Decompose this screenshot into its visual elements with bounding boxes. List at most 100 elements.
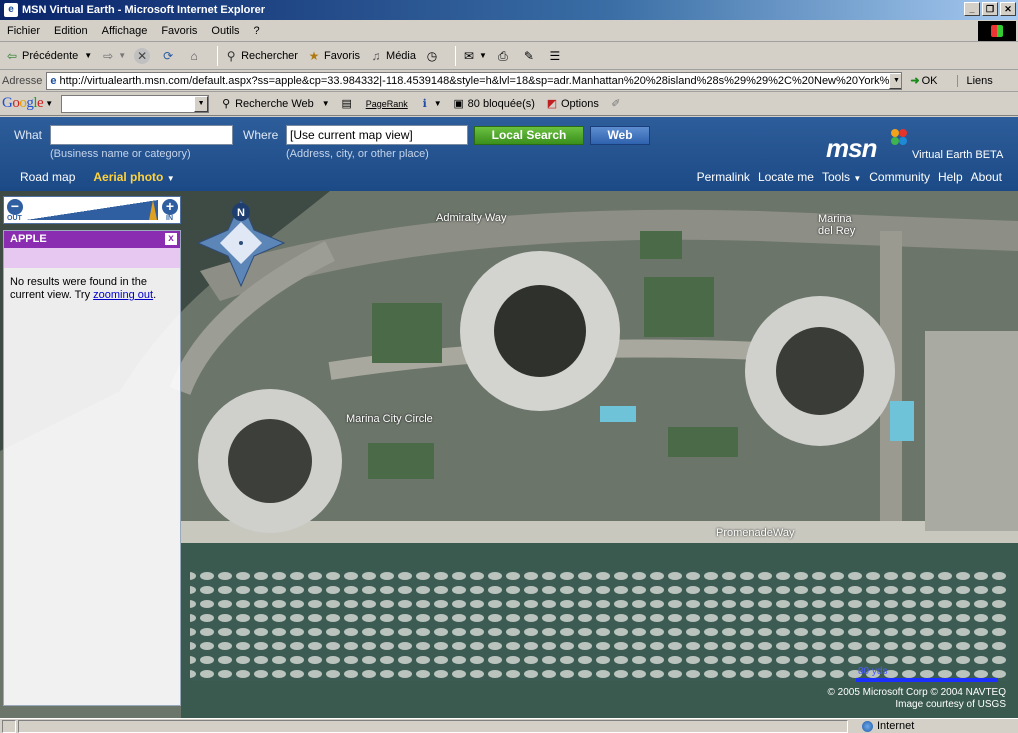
map-label-marina-del-rey: Marina del Rey bbox=[818, 213, 856, 237]
forward-button[interactable]: ⇨ ▼ bbox=[100, 48, 126, 64]
favorites-button[interactable]: ★ Favoris bbox=[306, 48, 360, 64]
close-results-button[interactable]: x bbox=[165, 233, 177, 245]
aerial-photo-link[interactable]: Aerial photo ▼ bbox=[93, 170, 174, 184]
highlight-button[interactable]: ✐ bbox=[609, 97, 625, 111]
map-style-nav: Road map Aerial photo ▼ bbox=[20, 170, 175, 184]
internet-globe-icon bbox=[862, 720, 873, 732]
status-text bbox=[18, 719, 848, 733]
toolbar-separator bbox=[455, 45, 456, 66]
road-map-link[interactable]: Road map bbox=[20, 170, 75, 184]
refresh-button[interactable]: ⟳ bbox=[160, 48, 178, 64]
tools-label: Tools bbox=[821, 170, 850, 184]
community-link[interactable]: Community bbox=[869, 170, 930, 184]
compass-north-label: N bbox=[237, 207, 245, 219]
mail-button[interactable]: ✉ ▼ bbox=[461, 48, 487, 64]
mail-icon: ✉ bbox=[463, 48, 475, 63]
pagerank-indicator[interactable]: PageRank bbox=[366, 99, 408, 109]
back-dropdown-icon[interactable]: ▼ bbox=[84, 51, 92, 60]
scale-bar bbox=[856, 678, 998, 682]
links-button[interactable]: Liens bbox=[957, 74, 993, 87]
search-web-dropdown-icon[interactable]: ▼ bbox=[322, 99, 330, 108]
tools-menu[interactable]: Tools ▼ bbox=[822, 170, 861, 184]
about-link[interactable]: About bbox=[971, 170, 1002, 184]
web-search-button[interactable]: Web bbox=[590, 126, 650, 145]
back-label: Précédente bbox=[22, 49, 79, 62]
google-search-web-button[interactable]: ⚲ Recherche Web ▼ bbox=[219, 97, 330, 111]
results-header: APPLE x bbox=[4, 231, 180, 248]
msn-butterfly-icon bbox=[891, 129, 907, 145]
edit-button[interactable]: ✎ bbox=[521, 48, 539, 64]
google-news-button[interactable]: ▤ bbox=[340, 97, 356, 111]
what-hint: (Business name or category) bbox=[50, 148, 191, 160]
minimize-button[interactable]: _ bbox=[964, 2, 980, 16]
menu-affichage[interactable]: Affichage bbox=[95, 25, 155, 37]
go-button[interactable]: ➜ OK bbox=[910, 74, 938, 88]
zoom-out-button[interactable]: − bbox=[7, 199, 23, 215]
address-bar: Adresse e http://virtualearth.msn.com/de… bbox=[0, 70, 1018, 92]
locate-me-link[interactable]: Locate me bbox=[758, 170, 814, 184]
google-search-input[interactable]: ▼ bbox=[61, 94, 210, 113]
menu-fichier[interactable]: Fichier bbox=[0, 25, 47, 37]
forward-dropdown-icon[interactable]: ▼ bbox=[118, 51, 126, 60]
options-icon: ◩ bbox=[546, 97, 558, 110]
map-label-admiralty-way: Admiralty Way bbox=[436, 212, 507, 224]
print-button[interactable]: ⎙ bbox=[495, 48, 513, 64]
menu-help[interactable]: ? bbox=[247, 25, 267, 37]
address-dropdown-icon[interactable]: ▼ bbox=[889, 72, 902, 89]
back-button[interactable]: ⇦ Précédente ▼ bbox=[4, 48, 92, 64]
mail-dropdown-icon[interactable]: ▼ bbox=[479, 51, 487, 60]
what-label: What bbox=[14, 128, 43, 142]
map-copyright: © 2005 Microsoft Corp © 2004 NAVTEQ Imag… bbox=[827, 687, 1006, 711]
popup-blocked-count: 80 bloquée(s) bbox=[467, 97, 535, 110]
media-button[interactable]: ♫ Média bbox=[368, 48, 416, 64]
home-button[interactable]: ⌂ bbox=[186, 48, 204, 64]
menu-outils[interactable]: Outils bbox=[204, 25, 246, 37]
favorites-star-icon: ★ bbox=[308, 48, 320, 63]
zoom-control[interactable]: − OUT + IN bbox=[3, 196, 181, 224]
google-menu-dropdown-icon[interactable]: ▼ bbox=[45, 99, 53, 108]
tools-dropdown-icon: ▼ bbox=[853, 174, 862, 183]
search-button[interactable]: ⚲ Rechercher bbox=[223, 48, 298, 64]
news-icon: ▤ bbox=[341, 97, 352, 110]
windows-logo-icon bbox=[978, 21, 1016, 41]
local-search-button[interactable]: Local Search bbox=[474, 126, 584, 145]
scale-label: 80 yds bbox=[858, 666, 888, 677]
where-input[interactable]: [Use current map view] bbox=[286, 125, 468, 145]
address-input[interactable]: e http://virtualearth.msn.com/default.as… bbox=[46, 71, 903, 90]
page-info-button[interactable]: ℹ ▼ bbox=[418, 97, 442, 111]
help-link[interactable]: Help bbox=[938, 170, 963, 184]
site-nav: Permalink Locate me Tools ▼ Community He… bbox=[697, 170, 1002, 184]
google-search-dropdown-icon[interactable]: ▼ bbox=[194, 95, 209, 112]
popup-blocker-button[interactable]: ▣ 80 bloquée(s) bbox=[452, 97, 535, 111]
msn-logo[interactable]: msn bbox=[826, 133, 877, 164]
edit-icon: ✎ bbox=[523, 48, 534, 63]
product-title: Virtual Earth BETA bbox=[912, 149, 1004, 161]
permalink-link[interactable]: Permalink bbox=[697, 170, 750, 184]
favorites-label: Favoris bbox=[323, 49, 361, 62]
history-button[interactable]: ◷ bbox=[424, 48, 442, 64]
map-label-promenade-way: PromenadeWay bbox=[716, 527, 795, 539]
zoom-out-link[interactable]: zooming out bbox=[93, 289, 153, 301]
copyright-line-2: Image courtesy of USGS bbox=[895, 699, 1006, 710]
go-label: OK bbox=[921, 74, 938, 87]
compass-rose-icon[interactable]: N bbox=[196, 198, 286, 288]
info-dropdown-icon[interactable]: ▼ bbox=[434, 99, 442, 108]
browser-toolbar: ⇦ Précédente ▼ ⇨ ▼ ✕ ⟳ ⌂ ⚲ Rechercher ★ … bbox=[0, 42, 1018, 70]
discuss-button[interactable]: ☰ bbox=[547, 48, 565, 64]
close-button[interactable]: ✕ bbox=[1000, 2, 1016, 16]
zoom-slider[interactable] bbox=[26, 200, 158, 220]
google-search-web-label: Recherche Web bbox=[235, 97, 314, 110]
map-label-marina-city-circle: Marina City Circle bbox=[346, 413, 433, 425]
maximize-button[interactable]: ❐ bbox=[982, 2, 998, 16]
search-results-panel: APPLE x No results were found in the cur… bbox=[3, 230, 181, 706]
history-icon: ◷ bbox=[426, 48, 438, 63]
zoom-in-button[interactable]: + bbox=[162, 199, 178, 215]
menu-favoris[interactable]: Favoris bbox=[154, 25, 204, 37]
what-input[interactable] bbox=[50, 125, 233, 145]
google-options-button[interactable]: ◩ Options bbox=[545, 97, 599, 111]
menu-edition[interactable]: Edition bbox=[47, 25, 95, 37]
stop-button[interactable]: ✕ bbox=[134, 47, 152, 64]
google-logo[interactable]: Google bbox=[2, 95, 44, 112]
no-results-message: No results were found in the current vie… bbox=[4, 268, 180, 310]
stop-icon: ✕ bbox=[134, 47, 151, 64]
